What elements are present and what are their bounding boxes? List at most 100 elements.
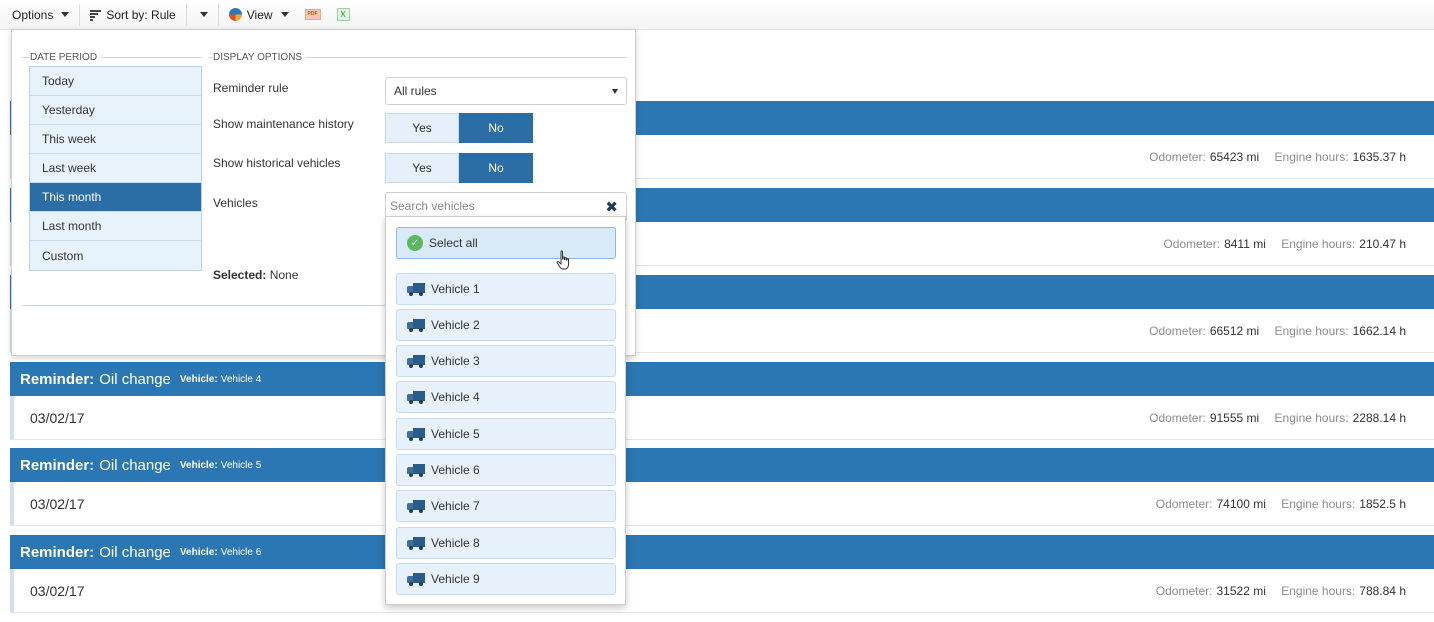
period-custom[interactable]: Custom — [30, 241, 201, 270]
sort-label: Sort by: Rule — [106, 7, 176, 22]
engine-hours-label: Engine hours: — [1274, 149, 1349, 164]
export-excel-button[interactable]: X — [329, 1, 358, 29]
truck-icon — [407, 573, 425, 586]
vehicle-option[interactable]: Vehicle 1 — [396, 273, 616, 305]
period-this-week[interactable]: This week — [30, 125, 201, 154]
vehicle-option[interactable]: Vehicle 6 — [396, 454, 616, 486]
toolbar-divider — [217, 3, 219, 26]
reminder-header[interactable]: Reminder: Oil change Vehicle: Vehicle 6 — [10, 535, 1434, 569]
vehicle-option-label: Vehicle 8 — [431, 536, 480, 550]
truck-icon — [407, 428, 425, 441]
reminder-rule-value: All rules — [394, 84, 437, 98]
vehicle-option[interactable]: Vehicle 7 — [396, 490, 616, 522]
reminder-label: Reminder: — [20, 456, 95, 474]
vehicle-option[interactable]: Vehicle 8 — [396, 527, 616, 559]
truck-icon — [407, 355, 425, 368]
vehicle-label: Vehicle: — [179, 546, 218, 558]
period-last-week[interactable]: Last week — [30, 154, 201, 183]
engine-hours-value: 210.47 h — [1359, 236, 1406, 251]
reminder-row: 03/02/17 Odometer: 74100 mi Engine hours:… — [10, 482, 1434, 526]
reminder-stats: Odometer: 8411 mi Engine hours: 210.47 h — [1163, 237, 1406, 251]
pdf-icon: PDF — [304, 9, 321, 20]
odometer-label: Odometer: — [1149, 323, 1206, 338]
vehicle-option[interactable]: Vehicle 2 — [396, 309, 616, 341]
reminder-label: Reminder: — [20, 370, 95, 388]
engine-hours-label: Engine hours: — [1281, 496, 1356, 511]
engine-hours-label: Engine hours: — [1274, 323, 1349, 338]
vehicle-label: Vehicle: — [179, 459, 218, 471]
reminder-stats: Odometer: 65423 mi Engine hours: 1635.37 h — [1149, 150, 1406, 164]
vehicle-name: Vehicle 5 — [220, 459, 262, 471]
toolbar-divider — [79, 3, 81, 26]
engine-hours-label: Engine hours: — [1281, 583, 1356, 598]
export-pdf-button[interactable]: PDF — [297, 1, 329, 29]
truck-icon — [407, 500, 425, 513]
maintenance-history-label: Show maintenance history — [213, 117, 354, 131]
reminder-rule: Oil change — [99, 543, 171, 561]
vehicle-option-label: Vehicle 7 — [431, 499, 480, 513]
reminder-rule-select[interactable]: All rules — [385, 77, 627, 105]
truck-icon — [407, 391, 425, 404]
vehicle-name: Vehicle 6 — [220, 546, 262, 558]
hand-cursor-icon — [556, 250, 569, 270]
reminder-stats: Odometer: 74100 mi Engine hours: 1852.5 h — [1156, 497, 1406, 511]
odometer-value: 31522 mi — [1216, 583, 1266, 598]
reminder-header[interactable]: Reminder: Oil change Vehicle: Vehicle 5 — [10, 448, 1434, 482]
vehicle-option[interactable]: Vehicle 3 — [396, 345, 616, 377]
vehicle-option[interactable]: Vehicle 5 — [396, 418, 616, 450]
vehicle-option[interactable]: Vehicle 4 — [396, 381, 616, 413]
truck-icon — [407, 319, 425, 332]
select-all-label: Select all — [429, 236, 478, 250]
check-icon: ✓ — [407, 235, 423, 251]
chevron-down-icon — [612, 89, 618, 94]
vehicle-option-label: Vehicle 9 — [431, 572, 480, 586]
historical-vehicles-no[interactable]: No — [459, 153, 533, 183]
reminder-header[interactable]: Reminder: Oil change Vehicle: Vehicle 4 — [10, 362, 1434, 396]
reminder-rule-label: Reminder rule — [213, 81, 289, 95]
sort-direction-button[interactable] — [189, 1, 216, 29]
period-today[interactable]: Today — [30, 67, 201, 96]
view-button[interactable]: View — [221, 1, 297, 29]
reminder-date: 03/02/17 — [30, 582, 85, 599]
vehicle-option-label: Vehicle 1 — [431, 282, 480, 296]
close-icon[interactable]: ✖ — [605, 198, 618, 216]
odometer-value: 74100 mi — [1216, 496, 1266, 511]
toolbar-divider — [185, 3, 187, 26]
truck-icon — [407, 283, 425, 296]
historical-vehicles-toggle: Yes No — [385, 153, 533, 183]
selected-value: None — [269, 268, 299, 282]
period-last-month[interactable]: Last month — [30, 212, 201, 241]
reminder-date: 03/02/17 — [30, 409, 85, 426]
engine-hours-label: Engine hours: — [1281, 236, 1356, 251]
vehicle-option-label: Vehicle 5 — [431, 427, 480, 441]
sort-button[interactable]: Sort by: Rule — [82, 1, 183, 29]
odometer-value: 8411 mi — [1224, 236, 1266, 251]
reminder-label: Reminder: — [20, 543, 95, 561]
maintenance-history-no[interactable]: No — [459, 113, 533, 143]
reminder-stats: Odometer: 66512 mi Engine hours: 1662.14 h — [1149, 324, 1406, 338]
vehicle-name: Vehicle 4 — [220, 373, 262, 385]
vehicle-option-label: Vehicle 3 — [431, 354, 480, 368]
engine-hours-value: 2288.14 h — [1352, 410, 1406, 425]
truck-icon — [407, 464, 425, 477]
period-this-month[interactable]: This month — [30, 183, 201, 212]
reminder-stats: Odometer: 91555 mi Engine hours: 2288.14 h — [1149, 411, 1406, 425]
period-yesterday[interactable]: Yesterday — [30, 96, 201, 125]
pie-chart-icon — [228, 8, 242, 21]
vehicle-search-input[interactable]: Search vehicles — [390, 199, 475, 213]
vehicle-option-label: Vehicle 6 — [431, 463, 480, 477]
vehicle-option[interactable]: Vehicle 9 — [396, 563, 616, 595]
odometer-label: Odometer: — [1155, 583, 1213, 598]
vehicle-dropdown: ✓ Select all Vehicle 1 Vehicle 2 Vehicle… — [385, 216, 626, 605]
options-button[interactable]: Options — [4, 1, 77, 29]
historical-vehicles-label: Show historical vehicles — [213, 156, 341, 170]
date-period-list: Today Yesterday This week Last week This… — [29, 66, 202, 271]
historical-vehicles-yes[interactable]: Yes — [385, 153, 459, 183]
vehicle-option-label: Vehicle 4 — [431, 390, 480, 404]
display-options-legend: DISPLAY OPTIONS — [213, 52, 307, 63]
selected-label: Selected: — [213, 268, 267, 282]
maintenance-history-yes[interactable]: Yes — [385, 113, 459, 143]
vehicle-option-label: Vehicle 2 — [431, 318, 480, 332]
select-all-button[interactable]: ✓ Select all — [396, 227, 616, 259]
selected-vehicles: Selected: None — [213, 268, 298, 282]
